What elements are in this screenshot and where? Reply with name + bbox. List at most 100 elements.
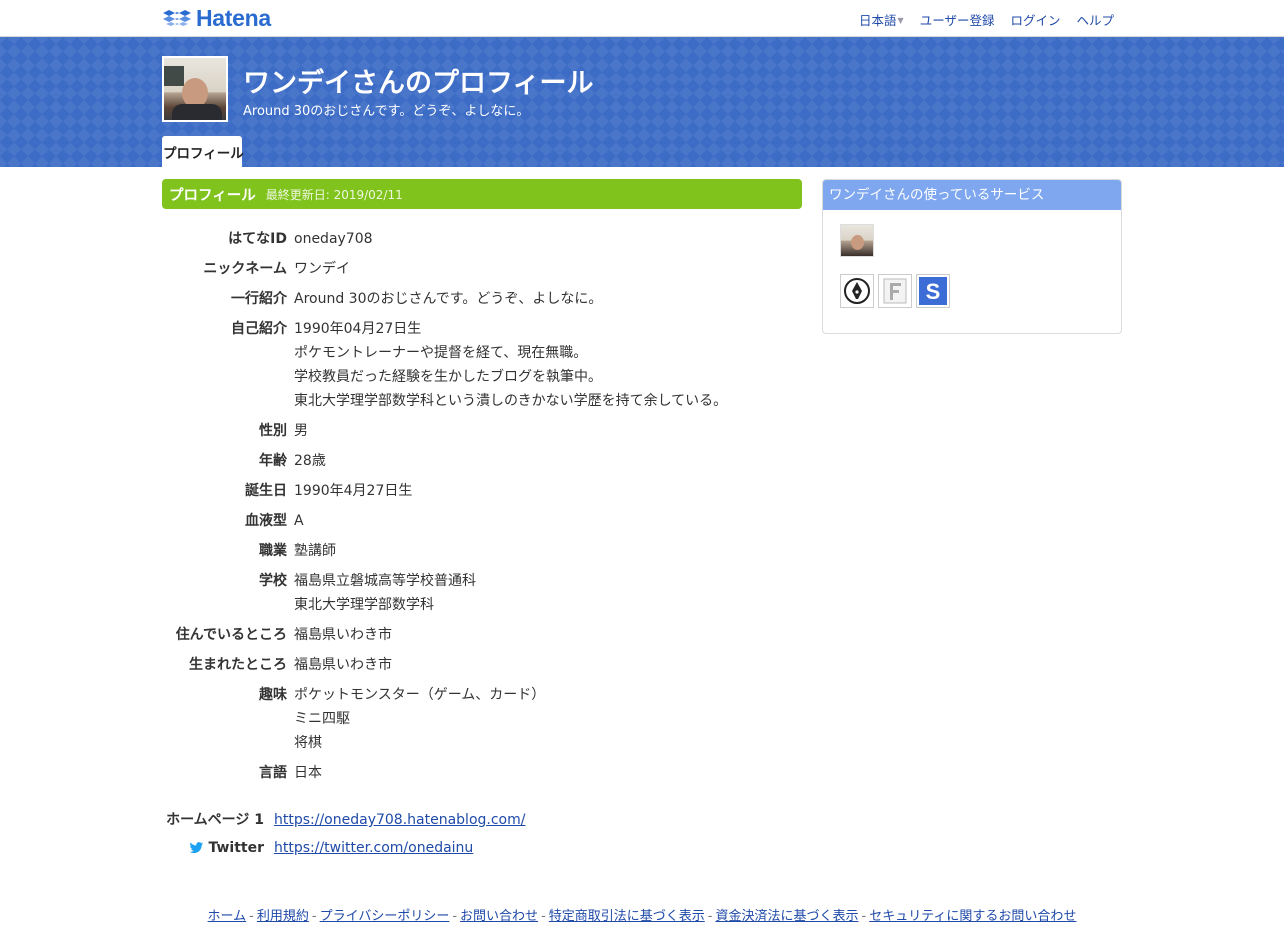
avatar [162, 56, 228, 122]
hatena-logo[interactable]: Hatena [162, 4, 271, 31]
profile-banner: ワンデイさんのプロフィール Around 30のおじさんです。どうぞ、よしなに。… [0, 37, 1284, 167]
profile-row-values: 塾講師 [294, 539, 336, 563]
register-link[interactable]: ユーザー登録 [920, 10, 995, 29]
profile-row-values: A [294, 509, 304, 533]
profile-row-value: 1990年4月27日生 [294, 483, 413, 499]
profile-row-value: 塾講師 [294, 543, 336, 559]
profile-row: 誕生日 1990年4月27日生 [162, 479, 802, 503]
homepage-row: ホームページ 1 https://oneday708.hatenablog.co… [162, 810, 525, 830]
profile-row-values: 福島県立磐城高等学校普通科 東北大学理学部数学科 [294, 569, 476, 617]
twitter-label-wrap: Twitter [162, 838, 264, 858]
profile-row: ニックネーム ワンデイ [162, 257, 802, 281]
login-link[interactable]: ログイン [1010, 10, 1060, 29]
help-link[interactable]: ヘルプ [1076, 10, 1114, 29]
profile-row-label: 自己紹介 [231, 321, 287, 337]
chevron-down-icon: ▼ [897, 16, 904, 25]
twitter-row: Twitter https://twitter.com/onedainu [162, 838, 525, 858]
services-sidebar: ワンデイさんの使っているサービス S [822, 179, 1122, 334]
twitter-link[interactable]: https://twitter.com/onedainu [274, 840, 473, 856]
footer-separator: - [249, 909, 254, 924]
sidebar-avatar[interactable] [840, 224, 874, 257]
profile-row: 職業 塾講師 [162, 539, 802, 563]
profile-table: はてなID oneday708 ニックネーム ワンデイ 一行紹介 Around 30のおじ… [162, 227, 802, 791]
profile-row-value: 福島県いわき市 [294, 657, 392, 673]
profile-row-values: Around 30のおじさんです。どうぞ、よしなに。 [294, 287, 602, 311]
profile-row-label: 学校 [259, 573, 287, 589]
footer-link[interactable]: プライバシーポリシー [320, 909, 450, 924]
profile-row: 学校 福島県立磐城高等学校普通科 東北大学理学部数学科 [162, 569, 802, 617]
profile-section-header: プロフィール 最終更新日: 2019/02/11 [162, 179, 802, 209]
profile-row-values: 28歳 [294, 449, 326, 473]
profile-row: 趣味 ポケットモンスター（ゲーム、カード） ミニ四駆 将棋 [162, 683, 802, 755]
profile-row: 一行紹介 Around 30のおじさんです。どうぞ、よしなに。 [162, 287, 802, 311]
profile-row-value: 28歳 [294, 453, 326, 469]
profile-row: 言語 日本 [162, 761, 802, 785]
profile-row-value: A [294, 513, 304, 529]
profile-row: 性別男 [162, 419, 802, 443]
profile-row-label: 年齢 [259, 453, 287, 469]
profile-row-values: 1990年4月27日生 [294, 479, 412, 503]
profile-row-value: ミニ四駆 [294, 711, 350, 727]
profile-row: 血液型 A [162, 509, 802, 533]
footer-link[interactable]: ホーム [208, 909, 247, 924]
language-label: 日本語 [859, 13, 897, 28]
profile-row-value: 学校教員だった経験を生かしたブログを執筆中。 [294, 369, 602, 385]
profile-row: 年齢 28歳 [162, 449, 802, 473]
profile-row-label: 言語 [259, 765, 287, 781]
profile-row: 生まれたところ 福島県いわき市 [162, 653, 802, 677]
footer-separator: - [707, 909, 713, 924]
profile-row-value: 福島県立磐城高等学校普通科 [294, 573, 476, 589]
blog-pen-icon[interactable] [840, 274, 874, 308]
profile-row-label: ニックネーム [203, 261, 287, 277]
profile-row-values: 男 [294, 419, 308, 443]
footer-link[interactable]: 利用規約 [257, 909, 309, 924]
profile-row-value: 男 [294, 423, 308, 439]
tab-profile[interactable]: プロフィール [162, 136, 244, 167]
profile-links: ホームページ 1 https://oneday708.hatenablog.co… [162, 810, 525, 866]
profile-row-value: 将棋 [294, 735, 322, 751]
fotolife-f-icon[interactable] [878, 274, 912, 308]
profile-row-value: oneday708 [294, 231, 373, 247]
top-bar: Hatena 日本語▼ ユーザー登録 ログイン ヘルプ [0, 0, 1284, 37]
logo-text: Hatena [196, 4, 271, 31]
twitter-icon [190, 842, 204, 854]
profile-row-label: 職業 [259, 543, 287, 559]
profile-row-label: 血液型 [245, 513, 287, 529]
footer-link[interactable]: セキュリティに関するお問い合わせ [869, 909, 1076, 924]
profile-row-value: ワンデイ [294, 261, 350, 277]
profile-row-values: oneday708 [294, 227, 373, 251]
services-title: ワンデイさんの使っているサービス [823, 180, 1121, 210]
footer-link[interactable]: 特定商取引法に基づく表示 [549, 909, 705, 924]
twitter-label: Twitter [208, 840, 264, 856]
profile-row-values: 福島県いわき市 [294, 653, 392, 677]
profile-row-values: ワンデイ [294, 257, 350, 281]
star-s-icon[interactable]: S [916, 274, 950, 308]
profile-row-values: ポケットモンスター（ゲーム、カード） ミニ四駆 将棋 [294, 683, 545, 755]
footer-link[interactable]: 資金決済法に基づく表示 [715, 909, 858, 924]
section-title: プロフィール [169, 187, 256, 204]
top-nav: 日本語▼ ユーザー登録 ログイン ヘルプ [859, 10, 1114, 29]
profile-row-value: 東北大学理学部数学科という潰しのきかない学歴を持て余している。 [294, 393, 728, 409]
profile-row: 住んでいるところ 福島県いわき市 [162, 623, 802, 647]
profile-row-value: 1990年04月27日生 [294, 321, 422, 337]
hatena-logo-icon [163, 10, 191, 26]
profile-row-label: 趣味 [259, 687, 287, 703]
profile-row-label: 生まれたところ [189, 657, 287, 673]
profile-row-label: 一行紹介 [231, 291, 287, 307]
svg-text:S: S [926, 279, 941, 304]
profile-row-value: ポケモントレーナーや提督を経て、現在無職。 [294, 345, 588, 361]
last-updated: 最終更新日: 2019/02/11 [265, 187, 403, 202]
profile-row-values: 1990年04月27日生ポケモントレーナーや提督を経て、現在無職。 学校教員だった… [294, 317, 727, 413]
language-select[interactable]: 日本語▼ [859, 10, 904, 29]
profile-row-value: Around 30のおじさんです。どうぞ、よしなに。 [294, 291, 603, 307]
homepage-link[interactable]: https://oneday708.hatenablog.com/ [274, 812, 525, 828]
page-subtitle: Around 30のおじさんです。どうぞ、よしなに。 [243, 104, 530, 119]
profile-row-label: はてなID [228, 231, 287, 247]
profile-row-label: 住んでいるところ [175, 627, 287, 643]
profile-row-label: 誕生日 [245, 483, 287, 499]
footer-separator: - [452, 909, 458, 924]
profile-row-value: 日本 [294, 765, 322, 781]
profile-row-values: 福島県いわき市 [294, 623, 392, 647]
footer-link[interactable]: お問い合わせ [460, 909, 538, 924]
page-title: ワンデイさんのプロフィール [243, 68, 594, 99]
